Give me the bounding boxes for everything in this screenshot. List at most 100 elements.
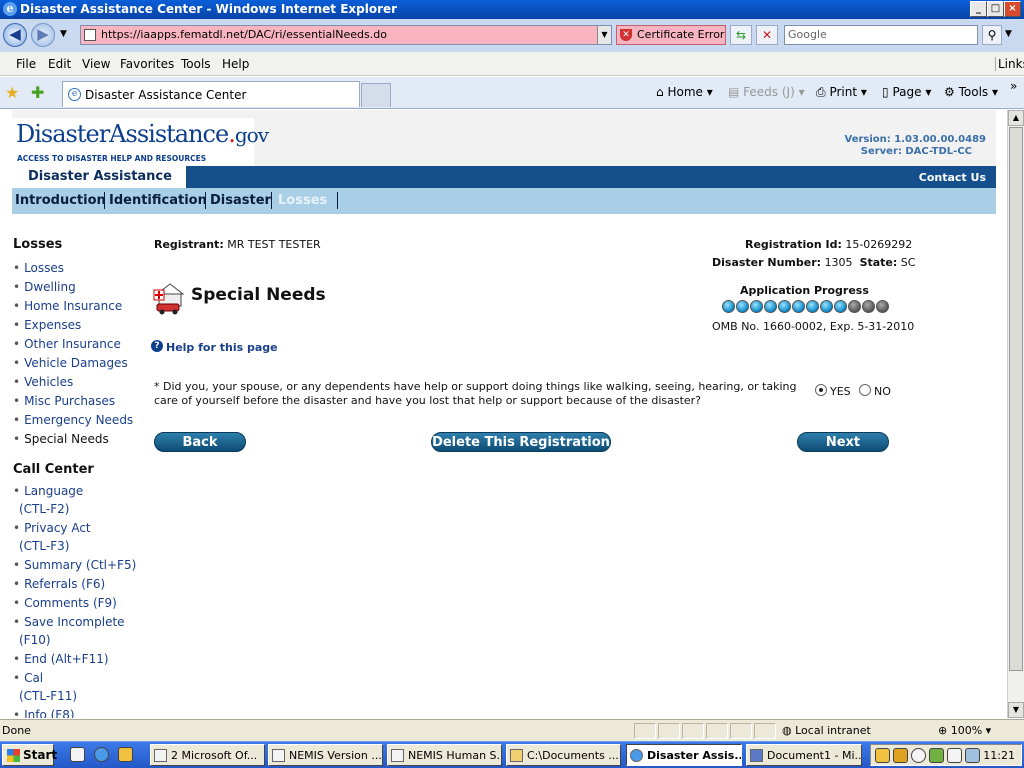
logo-tagline: ACCESS TO DISASTER HELP AND RESOURCES (17, 154, 207, 163)
tray-icon[interactable] (875, 748, 890, 763)
nav-privacy-act[interactable]: • Privacy Act (13, 521, 91, 535)
nav-privacy-act-shortcut[interactable]: (CTL-F3) (19, 539, 69, 553)
taskbar-item-office[interactable]: 2 Microsoft Of... (150, 744, 265, 766)
search-icon[interactable]: ⚲ (982, 25, 1002, 45)
menu-edit[interactable]: Edit (48, 57, 71, 71)
feeds-button[interactable]: ▤ Feeds (J) ▾ (728, 85, 805, 99)
nav-save-incomplete-shortcut[interactable]: (F10) (19, 633, 51, 647)
search-dropdown-icon[interactable]: ▼ (1005, 29, 1012, 39)
page-icon: ▯ (882, 85, 889, 99)
help-link[interactable]: Help for this page (166, 341, 278, 354)
nav-misc-purchases[interactable]: • Misc Purchases (13, 394, 115, 408)
status-bar: Done ◍ Local intranet ⊕ 100% ▾ (0, 719, 1024, 741)
step-losses[interactable]: Losses (278, 193, 327, 208)
history-dropdown-icon[interactable]: ▼ (60, 29, 67, 39)
home-button[interactable]: ⌂ Home ▾ (656, 85, 713, 99)
certificate-error-button[interactable]: ✕ Certificate Error (616, 25, 726, 45)
vertical-scrollbar[interactable]: ▲ ▼ (1007, 110, 1024, 718)
window-title: Disaster Assistance Center - Windows Int… (20, 2, 398, 16)
step-introduction[interactable]: Introduction (15, 193, 106, 208)
minimize-button[interactable]: _ (970, 1, 987, 17)
nav-special-needs[interactable]: • Special Needs (13, 432, 109, 446)
progress-dot-complete (722, 300, 735, 313)
ie-quicklaunch-icon[interactable] (94, 747, 109, 762)
url-input[interactable]: https://iaapps.fematdl.net/DAC/ri/essent… (80, 25, 612, 45)
yes-radio[interactable] (815, 384, 827, 396)
help-icon[interactable]: ? (151, 340, 163, 352)
menu-tools[interactable]: Tools (181, 57, 211, 71)
step-disaster[interactable]: Disaster (210, 193, 271, 208)
quicklaunch-icon[interactable] (70, 747, 85, 762)
chevron-more-icon[interactable]: » (1010, 79, 1017, 93)
taskbar-item-nemis-human[interactable]: NEMIS Human S... (387, 744, 502, 766)
nav-dwelling[interactable]: • Dwelling (13, 280, 76, 294)
nav-expenses[interactable]: • Expenses (13, 318, 81, 332)
print-button[interactable]: ⎙ Print ▾ (816, 85, 867, 100)
taskbar-item-documents[interactable]: C:\Documents ... (506, 744, 621, 766)
nav-language[interactable]: • Language (13, 484, 83, 498)
tab-disaster-assistance[interactable]: e Disaster Assistance Center (62, 81, 360, 107)
close-button[interactable]: × (1004, 1, 1021, 17)
favorites-star-icon[interactable]: ★ (5, 83, 19, 102)
maximize-button[interactable]: □ (987, 1, 1004, 17)
scroll-thumb[interactable] (1009, 127, 1023, 671)
tools-button[interactable]: ⚙ Tools ▾ (944, 85, 998, 99)
quicklaunch-icon[interactable] (118, 747, 133, 762)
registrant: Registrant: MR TEST TESTER (154, 238, 321, 251)
taskbar-item-document1[interactable]: Document1 - Mi... (746, 744, 862, 766)
menu-favorites[interactable]: Favorites (120, 57, 174, 71)
nav-emergency-needs[interactable]: • Emergency Needs (13, 413, 133, 427)
nav-save-incomplete[interactable]: • Save Incomplete (13, 615, 125, 629)
step-bar: Introduction Identification Disaster Los… (12, 188, 996, 214)
menu-view[interactable]: View (82, 57, 110, 71)
site-logo[interactable]: DisasterAssistance.gov ACCESS TO DISASTE… (12, 118, 269, 166)
page-button[interactable]: ▯ Page ▾ (882, 85, 931, 99)
nav-summary[interactable]: • Summary (Ctl+F5) (13, 558, 136, 572)
url-dropdown-icon[interactable]: ▼ (597, 26, 611, 44)
window-title-bar: e Disaster Assistance Center - Windows I… (0, 0, 1024, 19)
refresh-icon[interactable]: ⇆ (730, 25, 752, 45)
nav-vehicle-damages[interactable]: • Vehicle Damages (13, 356, 128, 370)
start-button[interactable]: Start (2, 744, 57, 766)
nav-cal[interactable]: • Cal (13, 671, 43, 685)
nav-other-insurance[interactable]: • Other Insurance (13, 337, 121, 351)
certificate-error-label: Certificate Error (637, 28, 725, 41)
new-tab-button[interactable] (361, 83, 391, 107)
tray-icon[interactable] (893, 748, 908, 763)
menu-help[interactable]: Help (222, 57, 249, 71)
step-identification[interactable]: Identification (109, 193, 207, 208)
nav-vehicles[interactable]: • Vehicles (13, 375, 73, 389)
menu-file[interactable]: File (16, 57, 36, 71)
stop-icon[interactable]: ✕ (756, 25, 778, 45)
add-favorite-icon[interactable]: ✚ (31, 83, 44, 102)
nav-cal-shortcut[interactable]: (CTL-F11) (19, 689, 77, 703)
scroll-down-icon[interactable]: ▼ (1008, 702, 1024, 718)
taskbar-item-disaster-assistance[interactable]: Disaster Assis... (626, 744, 742, 766)
nav-home-insurance[interactable]: • Home Insurance (13, 299, 122, 313)
links-button[interactable]: Links (995, 57, 1024, 71)
back-button[interactable]: Back (154, 432, 246, 452)
nav-info[interactable]: • Info (F8) (13, 708, 75, 718)
disaster-assistance-tab[interactable]: Disaster Assistance (12, 166, 186, 188)
nav-losses[interactable]: • Losses (13, 261, 64, 275)
tray-icon[interactable] (965, 748, 980, 763)
ie-icon: e (3, 2, 17, 16)
taskbar-item-nemis-version[interactable]: NEMIS Version ... (268, 744, 383, 766)
search-input[interactable]: Google (784, 25, 978, 45)
next-button[interactable]: Next (797, 432, 889, 452)
tray-icon[interactable] (947, 748, 962, 763)
zoom-control[interactable]: ⊕ 100% ▾ (938, 724, 991, 737)
back-arrow-icon[interactable]: ◀ (3, 23, 27, 47)
contact-us-link[interactable]: Contact Us (919, 171, 986, 184)
globe-icon: ◍ (782, 724, 792, 737)
nav-end[interactable]: • End (Alt+F11) (13, 652, 109, 666)
no-radio[interactable] (859, 384, 871, 396)
nav-language-shortcut[interactable]: (CTL-F2) (19, 502, 69, 516)
tray-icon[interactable] (911, 748, 926, 763)
scroll-up-icon[interactable]: ▲ (1008, 110, 1024, 126)
tray-icon[interactable] (929, 748, 944, 763)
forward-arrow-icon[interactable]: ▶ (31, 23, 55, 47)
nav-comments[interactable]: • Comments (F9) (13, 596, 117, 610)
delete-registration-button[interactable]: Delete This Registration (431, 432, 611, 452)
nav-referrals[interactable]: • Referrals (F6) (13, 577, 105, 591)
